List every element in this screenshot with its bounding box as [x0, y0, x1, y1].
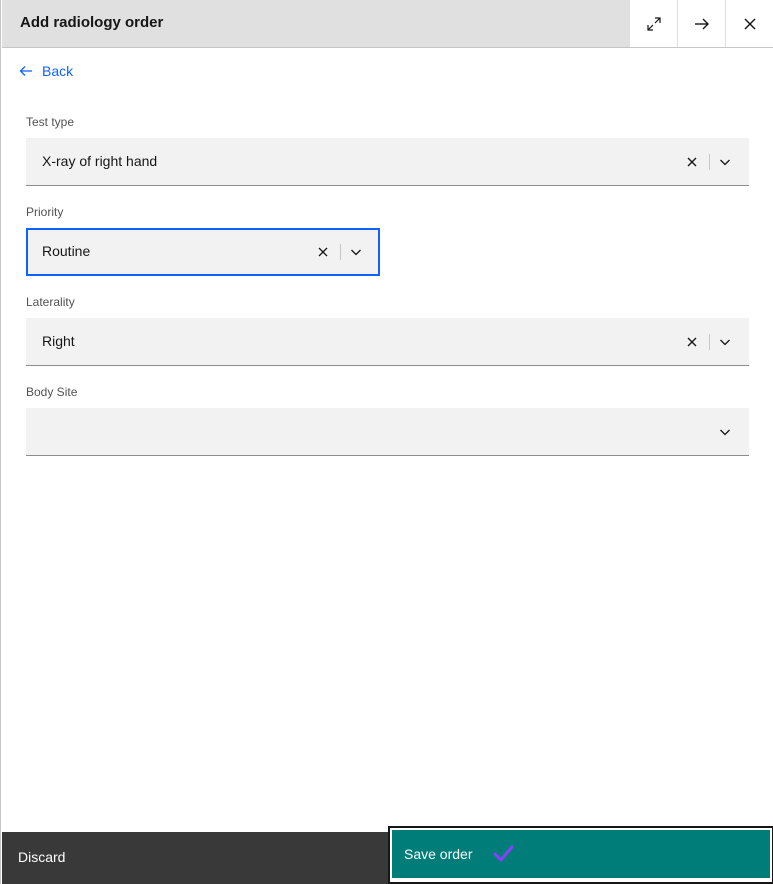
test-type-value: X-ray of right hand: [42, 153, 158, 169]
clear-icon[interactable]: [316, 245, 330, 259]
select-divider: [709, 334, 710, 350]
priority-label: Priority: [26, 205, 64, 219]
chevron-down-icon[interactable]: [718, 335, 732, 349]
body-site-label: Body Site: [26, 385, 78, 399]
priority-value: Routine: [42, 243, 91, 259]
chevron-down-icon[interactable]: [718, 425, 732, 439]
select-divider: [340, 244, 341, 260]
save-order-button[interactable]: Save order: [388, 826, 773, 884]
maximize-icon: [646, 16, 661, 31]
discard-button[interactable]: Discard: [2, 832, 388, 884]
chevron-down-icon[interactable]: [718, 155, 732, 169]
discard-label: Discard: [18, 849, 66, 865]
panel-footer: Discard Save order: [2, 826, 773, 884]
test-type-label: Test type: [26, 115, 75, 129]
panel-header: Add radiology order: [2, 0, 773, 48]
laterality-label: Laterality: [26, 295, 75, 309]
close-panel-button[interactable]: [725, 0, 773, 47]
back-link[interactable]: Back: [19, 63, 73, 79]
checkmark-icon: [493, 845, 514, 862]
back-label: Back: [42, 63, 74, 79]
test-type-select[interactable]: X-ray of right hand: [26, 138, 749, 186]
panel-title: Add radiology order: [20, 14, 164, 31]
laterality-value: Right: [42, 333, 75, 349]
arrow-left-icon: [19, 66, 32, 76]
chevron-down-icon[interactable]: [349, 245, 363, 259]
laterality-select[interactable]: Right: [26, 318, 749, 366]
arrow-right-icon: [694, 18, 709, 29]
close-icon: [744, 18, 755, 29]
maximize-button[interactable]: [629, 0, 677, 47]
body-site-select[interactable]: [26, 408, 749, 456]
save-order-fill: Save order: [392, 830, 770, 878]
order-panel: Add radiology order Back Test type X-ray…: [0, 0, 773, 884]
priority-select[interactable]: Routine: [26, 228, 380, 276]
select-divider: [709, 154, 710, 170]
clear-icon[interactable]: [685, 155, 699, 169]
save-order-label: Save order: [404, 846, 473, 862]
clear-icon[interactable]: [685, 335, 699, 349]
collapse-panel-button[interactable]: [677, 0, 725, 47]
